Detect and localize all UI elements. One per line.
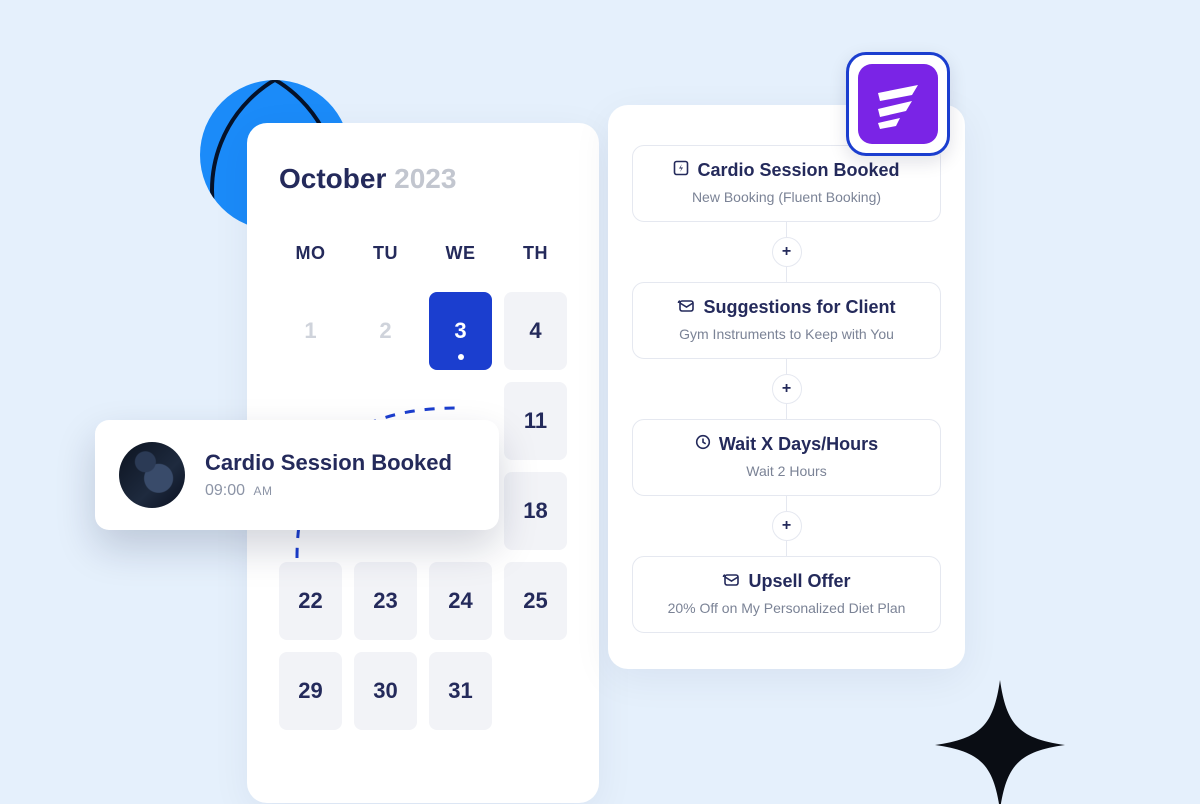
add-step-button[interactable]: +: [772, 237, 802, 267]
bolt-icon: [673, 160, 689, 181]
weekday-we: WE: [429, 243, 492, 264]
automation-step-sub: New Booking (Fluent Booking): [651, 189, 922, 205]
booking-text: Cardio Session Booked 09:00 AM: [205, 450, 452, 500]
calendar-cell[interactable]: 3: [429, 292, 492, 370]
calendar-cell[interactable]: 4: [504, 292, 567, 370]
avatar: [119, 442, 185, 508]
mail-icon: [722, 571, 740, 592]
calendar-cell[interactable]: 18: [504, 472, 567, 550]
booking-time-ampm: AM: [250, 484, 273, 498]
automation-step[interactable]: Upsell Offer 20% Off on My Personalized D…: [632, 556, 941, 633]
add-step-button[interactable]: +: [772, 511, 802, 541]
star-decoration: [935, 680, 1065, 804]
weekday-th: TH: [504, 243, 567, 264]
automation-step-title: Cardio Session Booked: [697, 160, 899, 181]
automation-step[interactable]: Suggestions for Client Gym Instruments to…: [632, 282, 941, 359]
fluent-icon: [872, 78, 924, 130]
automation-step-sub: Gym Instruments to Keep with You: [651, 326, 922, 342]
booking-time-value: 09:00: [205, 482, 245, 499]
calendar-cell[interactable]: 2: [354, 292, 417, 370]
weekday-tu: TU: [354, 243, 417, 264]
automation-step-sub: Wait 2 Hours: [651, 463, 922, 479]
booking-popup: Cardio Session Booked 09:00 AM: [95, 420, 499, 530]
add-step-button[interactable]: +: [772, 374, 802, 404]
calendar-month: October: [279, 163, 386, 194]
automation-step[interactable]: Cardio Session Booked New Booking (Fluent…: [632, 145, 941, 222]
calendar-cell[interactable]: 29: [279, 652, 342, 730]
automation-step-sub: 20% Off on My Personalized Diet Plan: [651, 600, 922, 616]
mail-icon: [677, 297, 695, 318]
calendar-cell[interactable]: 22: [279, 562, 342, 640]
weekday-mo: MO: [279, 243, 342, 264]
automation-connector: +: [632, 496, 941, 556]
calendar-weekdays: MO TU WE TH: [279, 243, 567, 264]
automation-connector: +: [632, 222, 941, 282]
automation-connector: +: [632, 359, 941, 419]
app-badge: [846, 52, 950, 156]
calendar-cell[interactable]: 30: [354, 652, 417, 730]
calendar-cell[interactable]: 1: [279, 292, 342, 370]
calendar-title: October 2023: [279, 163, 567, 195]
automation-step[interactable]: Wait X Days/Hours Wait 2 Hours: [632, 419, 941, 496]
automation-card: Cardio Session Booked New Booking (Fluent…: [608, 105, 965, 669]
automation-step-title: Suggestions for Client: [703, 297, 895, 318]
automation-step-title: Wait X Days/Hours: [719, 434, 878, 455]
automation-step-title: Upsell Offer: [748, 571, 850, 592]
calendar-cell[interactable]: 23: [354, 562, 417, 640]
calendar-cell[interactable]: 11: [504, 382, 567, 460]
calendar-cell[interactable]: 25: [504, 562, 567, 640]
calendar-year: 2023: [394, 163, 456, 194]
booking-title: Cardio Session Booked: [205, 450, 452, 476]
calendar-cell[interactable]: 24: [429, 562, 492, 640]
booking-time: 09:00 AM: [205, 482, 452, 500]
clock-icon: [695, 434, 711, 455]
app-badge-tile: [858, 64, 938, 144]
calendar-cell[interactable]: 31: [429, 652, 492, 730]
